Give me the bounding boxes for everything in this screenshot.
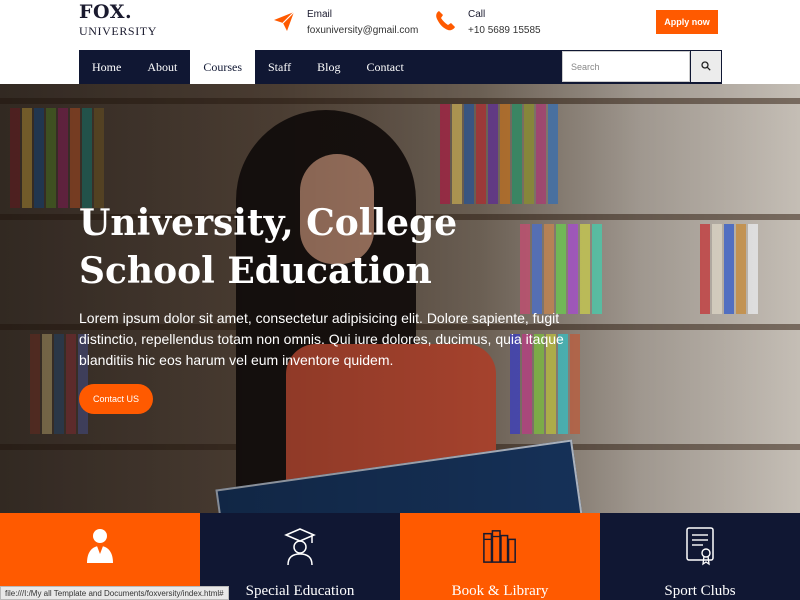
phone-icon xyxy=(432,8,458,34)
email-value[interactable]: foxuniversity@gmail.com xyxy=(307,24,418,38)
nav-courses[interactable]: Courses xyxy=(190,50,255,84)
nav-contact[interactable]: Contact xyxy=(353,50,416,84)
feature-card-sport-clubs[interactable]: Sport Clubs xyxy=(600,513,800,600)
graduation-cap-icon xyxy=(282,525,318,567)
nav-about[interactable]: About xyxy=(134,50,190,84)
search-input[interactable]: Search xyxy=(562,51,690,82)
contact-us-button[interactable]: Contact US xyxy=(79,384,153,414)
call-value[interactable]: +10 5689 15585 xyxy=(468,24,541,38)
certificate-icon xyxy=(682,525,718,567)
search-button[interactable] xyxy=(691,51,721,82)
browser-status-bar: file:///I:/My all Template and Documents… xyxy=(0,586,229,600)
feature-label: Sport Clubs xyxy=(664,583,736,599)
feature-card-book-library[interactable]: Book & Library xyxy=(400,513,600,600)
contact-email: Email foxuniversity@gmail.com xyxy=(271,8,418,38)
email-label: Email xyxy=(307,9,333,20)
contact-call: Call +10 5689 15585 xyxy=(432,8,541,38)
hero-description: Lorem ipsum dolor sit amet, consectetur … xyxy=(79,310,564,368)
nav-blog[interactable]: Blog xyxy=(304,50,353,84)
top-header: FOX. UNIVERSITY Email foxuniversity@gmai… xyxy=(0,0,800,50)
apply-now-button[interactable]: Apply now xyxy=(656,10,718,34)
graduate-person-icon xyxy=(82,525,118,567)
books-icon xyxy=(482,525,518,567)
logo-name: FOX. xyxy=(79,1,133,23)
feature-label: Book & Library xyxy=(451,583,549,599)
logo-subtitle: UNIVERSITY xyxy=(79,24,157,38)
feature-label: Special Education xyxy=(245,583,355,599)
nav-home[interactable]: Home xyxy=(79,50,134,84)
main-nav: Home About Courses Staff Blog Contact Se… xyxy=(79,50,722,84)
feature-card-special-education[interactable]: Special Education xyxy=(200,513,400,600)
logo[interactable]: FOX. UNIVERSITY xyxy=(79,2,157,38)
nav-staff[interactable]: Staff xyxy=(255,50,304,84)
hero-section: University, College School Education Lor… xyxy=(0,84,800,513)
call-label: Call xyxy=(468,9,486,20)
hero-title: University, College School Education xyxy=(79,202,458,292)
paper-plane-icon xyxy=(271,8,297,34)
search-icon xyxy=(701,58,711,76)
